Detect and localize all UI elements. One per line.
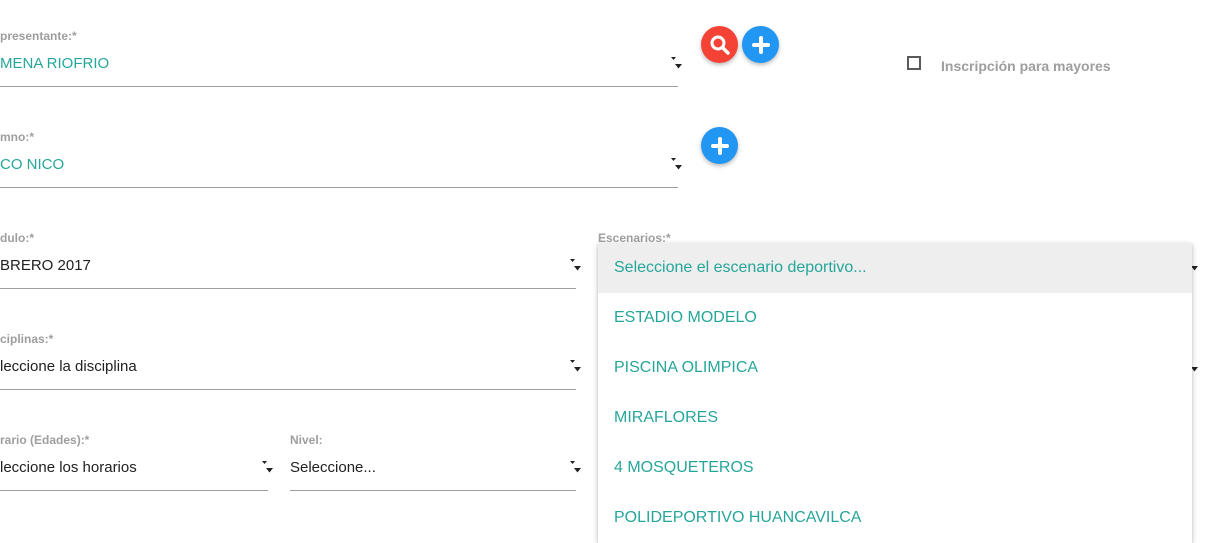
nivel-label: Nivel: bbox=[290, 433, 323, 447]
escenario-option[interactable]: ESTADIO MODELO bbox=[598, 293, 1192, 343]
caret-down-icon[interactable] bbox=[670, 56, 684, 72]
modulo-label: dulo:* bbox=[0, 231, 34, 245]
mayores-checkbox[interactable] bbox=[907, 56, 921, 70]
caret-down-icon[interactable] bbox=[569, 258, 583, 274]
representante-label: presentante:* bbox=[0, 29, 77, 43]
caret-down-icon[interactable] bbox=[670, 157, 684, 173]
escenario-option-placeholder[interactable]: Seleccione el escenario deportivo... bbox=[598, 243, 1192, 293]
add-alumno-button[interactable] bbox=[701, 127, 738, 164]
representante-value[interactable]: MENA RIOFRIO bbox=[0, 55, 109, 72]
caret-down-icon[interactable] bbox=[569, 460, 583, 476]
disciplinas-value[interactable]: leccione la disciplina bbox=[0, 358, 137, 375]
nivel-value[interactable]: Seleccione... bbox=[290, 459, 376, 476]
escenarios-dropdown-menu[interactable]: Seleccione el escenario deportivo... EST… bbox=[598, 243, 1192, 543]
alumno-underline bbox=[0, 187, 678, 188]
alumno-label: mno:* bbox=[0, 130, 34, 144]
caret-down-icon[interactable] bbox=[261, 460, 275, 476]
escenario-option[interactable]: PISCINA OLIMPICA bbox=[598, 343, 1192, 393]
search-representante-button[interactable] bbox=[701, 26, 738, 63]
escenario-option[interactable]: 4 MOSQUETEROS bbox=[598, 443, 1192, 493]
caret-down-icon[interactable] bbox=[569, 359, 583, 375]
plus-icon bbox=[710, 136, 729, 155]
modulo-underline bbox=[0, 288, 576, 289]
representante-underline bbox=[0, 86, 678, 87]
nivel-underline bbox=[290, 490, 576, 491]
alumno-value[interactable]: CO NICO bbox=[0, 156, 64, 173]
plus-icon bbox=[751, 35, 770, 54]
modulo-value[interactable]: BRERO 2017 bbox=[0, 257, 91, 274]
search-icon bbox=[710, 35, 730, 55]
escenario-option[interactable]: MIRAFLORES bbox=[598, 393, 1192, 443]
horario-label: rario (Edades):* bbox=[0, 433, 90, 447]
mayores-checkbox-label[interactable]: Inscripción para mayores bbox=[941, 58, 1111, 74]
disciplinas-underline bbox=[0, 389, 576, 390]
add-representante-button[interactable] bbox=[742, 26, 779, 63]
horario-value[interactable]: leccione los horarios bbox=[0, 459, 137, 476]
disciplinas-label: ciplinas:* bbox=[0, 332, 54, 346]
horario-underline bbox=[0, 490, 268, 491]
